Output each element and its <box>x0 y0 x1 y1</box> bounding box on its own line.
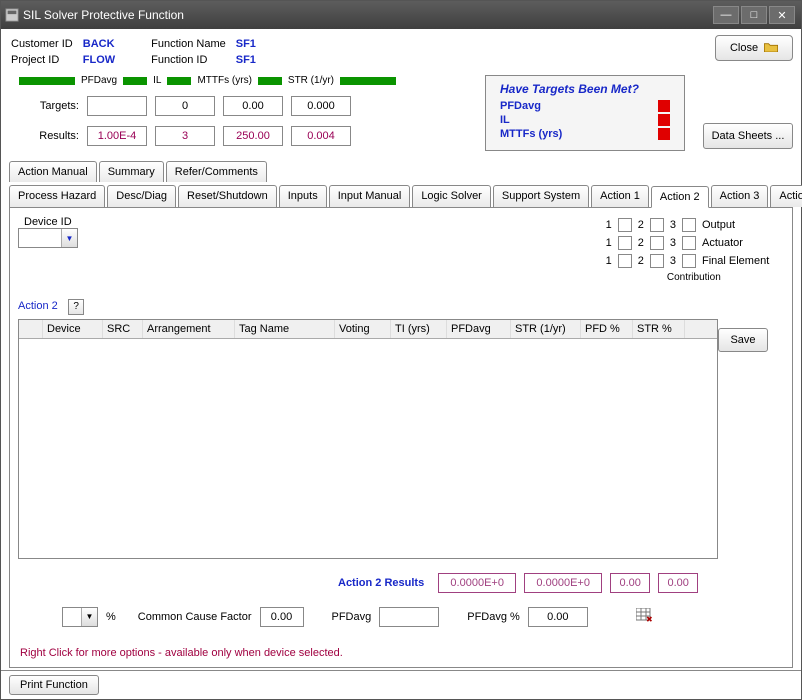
final-2-check[interactable] <box>650 254 664 268</box>
pfdavg-value[interactable] <box>379 607 439 627</box>
tab-action-manual[interactable]: Action Manual <box>9 161 97 182</box>
action2-result-3 <box>610 573 650 593</box>
output-3-check[interactable] <box>682 218 696 232</box>
actuator-2-check[interactable] <box>650 236 664 250</box>
tab-action1[interactable]: Action 1 <box>591 185 649 207</box>
customer-id-value: BACK <box>83 37 123 51</box>
tab-support-system[interactable]: Support System <box>493 185 589 207</box>
grid-header: Device SRC Arrangement Tag Name Voting T… <box>19 320 717 339</box>
target-il[interactable] <box>155 96 215 116</box>
function-name-value: SF1 <box>236 37 264 51</box>
tab-input-manual[interactable]: Input Manual <box>329 185 411 207</box>
tab-reset-shutdown[interactable]: Reset/Shutdown <box>178 185 277 207</box>
status-mttfs <box>658 128 670 140</box>
tab-process-hazard[interactable]: Process Hazard <box>9 185 105 207</box>
app-icon <box>5 8 23 23</box>
voting-grid: 1 2 3 Output 1 2 3 Actuator 1 2 3 <box>606 214 782 283</box>
action2-result-1 <box>438 573 516 593</box>
action-2-label: Action 2 <box>18 300 58 312</box>
result-pfdavg[interactable] <box>87 126 147 146</box>
result-mttfs[interactable] <box>223 126 283 146</box>
targets-label: Targets: <box>29 100 79 112</box>
output-2-check[interactable] <box>650 218 664 232</box>
function-info: Customer ID BACK Function Name SF1 Proje… <box>9 35 266 69</box>
actuator-3-check[interactable] <box>682 236 696 250</box>
device-id-dropdown[interactable]: ▼ <box>18 228 78 248</box>
bar-str <box>340 77 396 85</box>
ccf-label: Common Cause Factor <box>138 611 252 623</box>
result-il[interactable] <box>155 126 215 146</box>
function-id-label: Function ID <box>151 53 234 67</box>
tab-panel: Device ID ▼ 1 2 3 Output 1 2 3 <box>9 207 793 668</box>
have-targets-title: Have Targets Been Met? <box>500 82 670 96</box>
output-1-check[interactable] <box>618 218 632 232</box>
have-targets-box: Have Targets Been Met? PFDavg IL MTTFs (… <box>485 75 685 151</box>
tab-refer-comments[interactable]: Refer/Comments <box>166 161 267 182</box>
maximize-button[interactable]: □ <box>741 6 767 24</box>
tab-action4[interactable]: Action 4 <box>770 185 802 207</box>
target-str[interactable] <box>291 96 351 116</box>
function-id-value: SF1 <box>236 53 264 67</box>
bar-il <box>123 77 147 85</box>
bar-mttfs-r <box>258 77 282 85</box>
minimize-button[interactable]: — <box>713 6 739 24</box>
tab-summary[interactable]: Summary <box>99 161 164 182</box>
contribution-label: Contribution <box>606 272 782 283</box>
context-note: Right Click for more options - available… <box>20 647 784 659</box>
tab-action3[interactable]: Action 3 <box>711 185 769 207</box>
function-name-label: Function Name <box>151 37 234 51</box>
project-id-label: Project ID <box>11 53 81 67</box>
data-sheets-button[interactable]: Data Sheets ... <box>703 123 793 149</box>
final-1-check[interactable] <box>618 254 632 268</box>
target-mttfs[interactable] <box>223 96 283 116</box>
tab-desc-diag[interactable]: Desc/Diag <box>107 185 176 207</box>
chevron-down-icon: ▼ <box>81 608 97 626</box>
titlebar: SIL Solver Protective Function — □ ✕ <box>1 1 801 29</box>
folder-icon <box>764 42 778 55</box>
pfdavg-label: PFDavg <box>332 611 372 623</box>
customer-id-label: Customer ID <box>11 37 81 51</box>
actuator-1-check[interactable] <box>618 236 632 250</box>
save-button[interactable]: Save <box>718 328 768 352</box>
action2-results-label: Action 2 Results <box>338 577 424 589</box>
action2-result-4 <box>658 573 698 593</box>
bar-pfdavg <box>19 77 75 85</box>
tab-action2[interactable]: Action 2 <box>651 186 709 208</box>
final-3-check[interactable] <box>682 254 696 268</box>
pfdavg-pct-value[interactable] <box>528 607 588 627</box>
print-function-button[interactable]: Print Function <box>9 675 99 695</box>
pfdavg-pct-label: PFDavg % <box>467 611 520 623</box>
ccf-value[interactable] <box>260 607 304 627</box>
svg-text:✖: ✖ <box>646 615 652 622</box>
close-button[interactable]: Close <box>715 35 793 61</box>
window-title: SIL Solver Protective Function <box>23 8 184 22</box>
grid-icon[interactable]: ✖ <box>636 608 652 625</box>
help-button[interactable]: ? <box>68 299 84 315</box>
action2-result-2 <box>524 573 602 593</box>
tab-inputs[interactable]: Inputs <box>279 185 327 207</box>
bar-mttfs-l <box>167 77 191 85</box>
chevron-down-icon: ▼ <box>61 229 77 247</box>
status-bars: PFDavg IL MTTFs (yrs) STR (1/yr) <box>19 75 485 86</box>
target-pfdavg[interactable] <box>87 96 147 116</box>
close-window-button[interactable]: ✕ <box>769 6 795 24</box>
results-label: Results: <box>29 130 79 142</box>
result-str[interactable] <box>291 126 351 146</box>
device-grid[interactable]: Device SRC Arrangement Tag Name Voting T… <box>18 319 718 559</box>
status-il <box>658 114 670 126</box>
tab-logic-solver[interactable]: Logic Solver <box>412 185 491 207</box>
ccf-dropdown[interactable]: ▼ <box>62 607 98 627</box>
project-id-value: FLOW <box>83 53 123 67</box>
status-pfdavg <box>658 100 670 112</box>
